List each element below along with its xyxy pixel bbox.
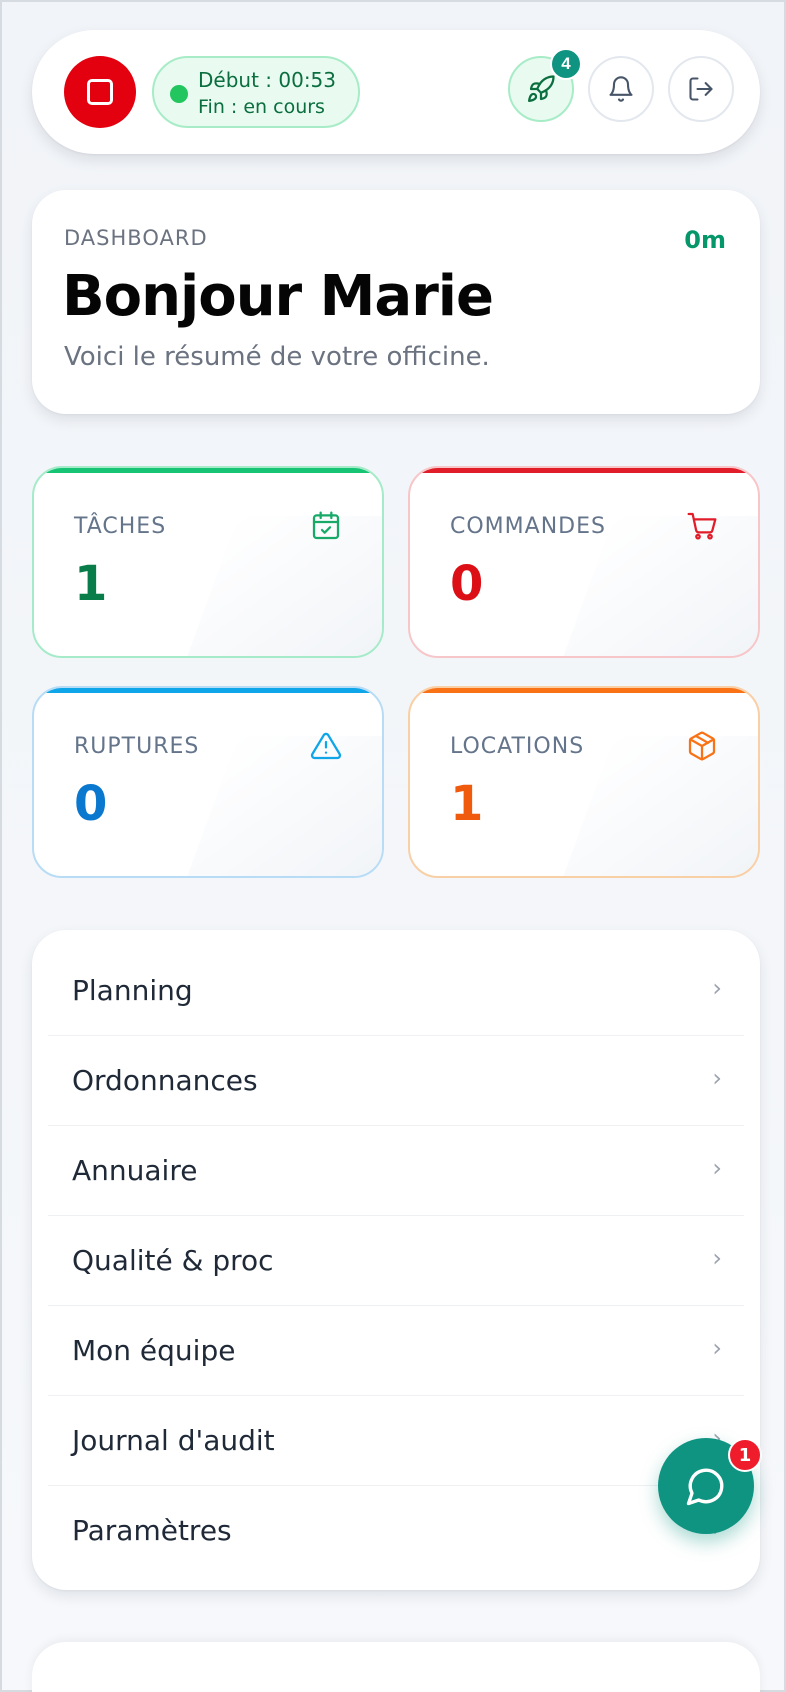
chevron-right-icon: › — [712, 1064, 722, 1092]
menu-item-qualite[interactable]: Qualité & proc › — [48, 1216, 744, 1306]
stat-label: RUPTURES — [74, 734, 200, 759]
greeting-card: DASHBOARD 0m Bonjour Marie Voici le résu… — [32, 190, 760, 414]
stat-label: LOCATIONS — [450, 734, 585, 759]
stat-label: COMMANDES — [450, 514, 606, 539]
chevron-right-icon: › — [712, 1334, 722, 1362]
menu-item-label: Journal d'audit — [72, 1424, 275, 1457]
shift-start-text: Début : 00:53 — [198, 68, 337, 92]
menu-item-equipe[interactable]: Mon équipe › — [48, 1306, 744, 1396]
menu-item-label: Annuaire — [72, 1154, 198, 1187]
chevron-right-icon: › — [712, 1154, 722, 1182]
app-frame: Début : 00:53 Fin : en cours 4 DASHBOARD… — [0, 0, 786, 1692]
menu-item-annuaire[interactable]: Annuaire › — [48, 1126, 744, 1216]
stat-value: 0 — [450, 556, 484, 612]
top-bar: Début : 00:53 Fin : en cours 4 — [32, 30, 760, 154]
stat-card-orders[interactable]: COMMANDES 0 — [408, 466, 760, 658]
menu-item-label: Mon équipe — [72, 1334, 236, 1367]
menu-item-label: Ordonnances — [72, 1064, 258, 1097]
stop-icon — [87, 79, 113, 105]
rocket-icon — [528, 75, 555, 102]
page-title: Bonjour Marie — [62, 264, 494, 329]
warning-icon — [310, 732, 342, 760]
session-timer: 0m — [684, 226, 726, 254]
stat-card-tasks[interactable]: TÂCHES 1 — [32, 466, 384, 658]
stop-shift-button[interactable] — [64, 56, 136, 128]
bell-icon — [609, 76, 633, 102]
logout-button[interactable] — [668, 56, 734, 122]
chevron-right-icon: › — [712, 1244, 722, 1272]
notifications-button[interactable] — [588, 56, 654, 122]
shift-status-pill[interactable]: Début : 00:53 Fin : en cours — [152, 56, 360, 128]
menu-item-label: Paramètres — [72, 1514, 232, 1547]
chevron-right-icon: › — [712, 974, 722, 1002]
box-icon — [688, 731, 716, 761]
rocket-count-badge: 4 — [550, 48, 582, 80]
menu-item-ordonnances[interactable]: Ordonnances › — [48, 1036, 744, 1126]
shift-end-text: Fin : en cours — [198, 96, 325, 118]
chat-bubble-icon — [686, 1468, 724, 1506]
navigation-menu: Planning › Ordonnances › Annuaire › Qual… — [32, 930, 760, 1590]
stat-value: 0 — [74, 776, 108, 832]
stat-value: 1 — [74, 556, 108, 612]
status-dot-icon — [170, 85, 188, 103]
menu-item-label: Qualité & proc — [72, 1244, 274, 1277]
stat-value: 1 — [450, 776, 484, 832]
logout-icon — [689, 77, 713, 101]
menu-item-parametres[interactable]: Paramètres › — [48, 1486, 744, 1576]
next-section-card — [32, 1642, 760, 1692]
section-kicker: DASHBOARD — [64, 226, 208, 250]
page-subtitle: Voici le résumé de votre officine. — [64, 342, 490, 372]
menu-item-journal-audit[interactable]: Journal d'audit › — [48, 1396, 744, 1486]
chat-unread-badge: 1 — [728, 1438, 762, 1472]
stat-label: TÂCHES — [74, 514, 167, 539]
rocket-button[interactable]: 4 — [508, 48, 582, 122]
calendar-check-icon — [312, 511, 340, 540]
stat-card-shortages[interactable]: RUPTURES 0 — [32, 686, 384, 878]
stat-card-rentals[interactable]: LOCATIONS 1 — [408, 686, 760, 878]
cart-icon — [687, 512, 717, 540]
menu-item-label: Planning — [72, 974, 193, 1007]
menu-item-planning[interactable]: Planning › — [48, 946, 744, 1036]
